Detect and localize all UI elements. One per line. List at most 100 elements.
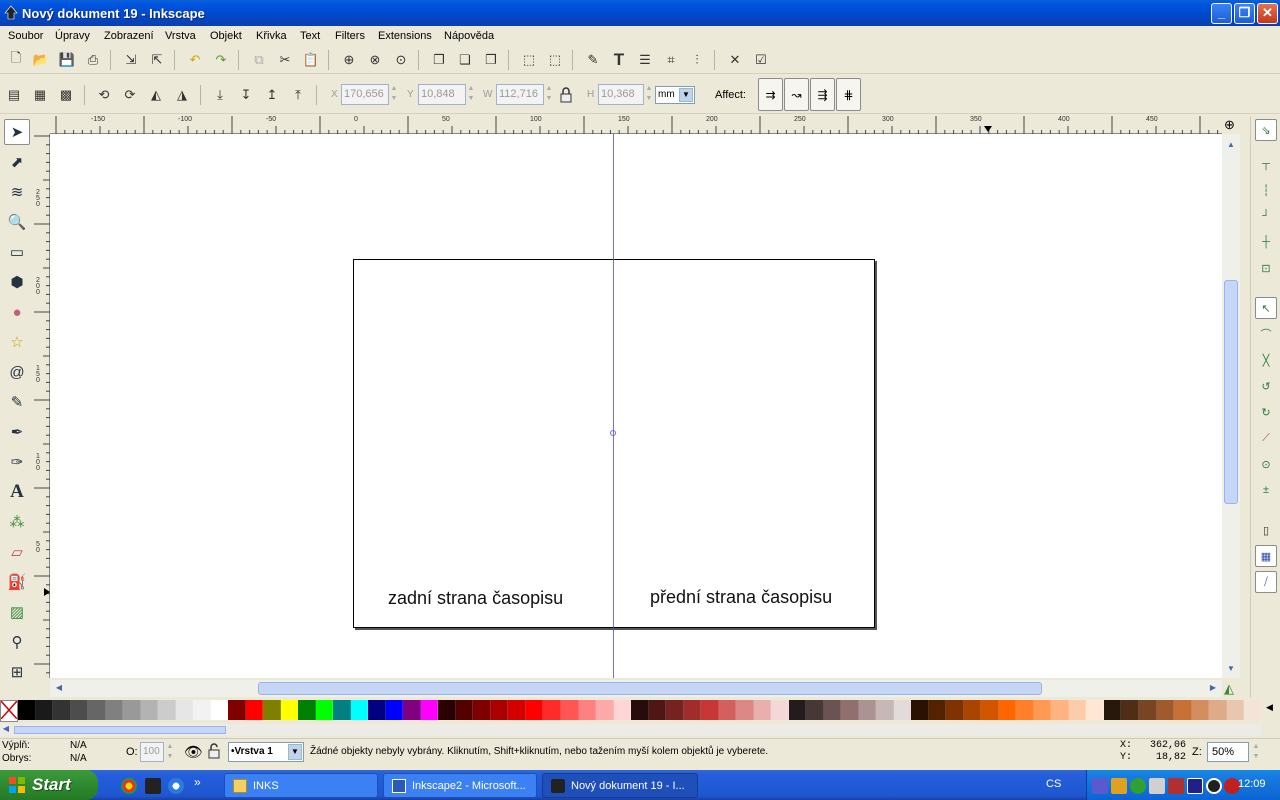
color-swatch[interactable]: [771, 700, 789, 720]
3d-box-tool-icon[interactable]: ⬢: [4, 269, 30, 295]
rotate-ccw-icon[interactable]: ⟲: [94, 85, 114, 105]
zoom-corner-icon[interactable]: ⊕: [1224, 117, 1235, 133]
snap-paths-icon[interactable]: ⌒: [1255, 323, 1277, 345]
inkscape-quicklaunch-icon[interactable]: [145, 778, 161, 794]
color-swatch[interactable]: [525, 700, 544, 720]
palette-scroll-thumb[interactable]: [14, 726, 226, 734]
h-spinner[interactable]: ▲ ▼: [644, 84, 654, 105]
color-swatch[interactable]: [490, 700, 509, 720]
vertical-scrollbar[interactable]: ▲ ▼: [1222, 134, 1240, 678]
select-all-layers-icon[interactable]: ▦: [30, 85, 50, 105]
menu-vrstva[interactable]: Vrstva: [165, 30, 196, 42]
snap-bbox-midpoint-icon[interactable]: ┼: [1255, 231, 1277, 253]
ellipse-tool-icon[interactable]: ●: [4, 299, 30, 325]
redo-icon[interactable]: ↷: [211, 50, 231, 70]
color-swatch[interactable]: [123, 700, 141, 720]
connector-tool-icon[interactable]: ⊞: [4, 659, 30, 685]
w-spinner[interactable]: ▲ ▼: [544, 84, 554, 105]
color-swatch[interactable]: [508, 700, 526, 720]
color-swatch[interactable]: [928, 700, 947, 720]
color-swatch[interactable]: [245, 700, 264, 720]
horizontal-scroll-thumb[interactable]: [258, 682, 1042, 695]
color-swatch[interactable]: [946, 700, 964, 720]
color-swatch[interactable]: [1139, 700, 1157, 720]
text-tool-icon[interactable]: A: [4, 479, 30, 505]
scroll-right-icon[interactable]: ▶: [1206, 681, 1220, 695]
flip-horizontal-icon[interactable]: ◭: [146, 85, 166, 105]
ungroup-icon[interactable]: ⬚: [545, 50, 565, 70]
text-font-icon[interactable]: T: [609, 50, 629, 70]
spray-tool-icon[interactable]: ⁂: [4, 509, 30, 535]
color-swatch[interactable]: [1068, 700, 1087, 720]
snap-midpoints-icon[interactable]: ⟋: [1255, 427, 1277, 449]
color-swatch[interactable]: [280, 700, 299, 720]
eye-visibility-icon[interactable]: 👁: [184, 743, 203, 761]
menu-extensions[interactable]: Extensions: [378, 30, 432, 42]
color-swatch[interactable]: [753, 700, 772, 720]
undo-icon[interactable]: ↶: [185, 50, 205, 70]
color-swatch[interactable]: [1191, 700, 1210, 720]
menu-text[interactable]: Text: [300, 30, 320, 42]
color-swatch[interactable]: [876, 700, 894, 720]
color-swatch[interactable]: [403, 700, 421, 720]
color-swatch[interactable]: [385, 700, 404, 720]
zoom-page-icon[interactable]: ⊙: [391, 50, 411, 70]
color-swatch[interactable]: [1156, 700, 1175, 720]
dropper-tool-icon[interactable]: ⚲: [4, 629, 30, 655]
x-spinner[interactable]: ▲ ▼: [389, 84, 399, 105]
selector-tool-icon[interactable]: ➤: [4, 119, 30, 145]
affect-patterns-button[interactable]: ⋕: [836, 78, 861, 111]
menu-napoveda[interactable]: Nápověda: [444, 30, 494, 42]
lock-icon[interactable]: [559, 87, 573, 103]
color-swatch[interactable]: [53, 700, 71, 720]
tray-app-icon[interactable]: [1206, 778, 1222, 794]
color-swatch[interactable]: [298, 700, 316, 720]
language-indicator[interactable]: CS: [1046, 778, 1061, 790]
unlink-clone-icon[interactable]: ❒: [481, 50, 501, 70]
color-swatch[interactable]: [578, 700, 597, 720]
import-icon[interactable]: ⇲: [121, 50, 141, 70]
no-paint-swatch[interactable]: [0, 700, 18, 722]
palette-menu-icon[interactable]: ◀: [1266, 702, 1274, 720]
spiral-tool-icon[interactable]: @: [4, 359, 30, 385]
h-input[interactable]: 10,368: [598, 84, 644, 105]
color-swatch[interactable]: [1174, 700, 1192, 720]
calligraphy-tool-icon[interactable]: ✑: [4, 449, 30, 475]
gradient-tool-icon[interactable]: ▨: [4, 599, 30, 625]
scroll-left-icon[interactable]: ◀: [52, 681, 66, 695]
color-swatch[interactable]: [18, 700, 36, 720]
color-swatch[interactable]: [1121, 700, 1139, 720]
scroll-left-icon[interactable]: ◀: [0, 723, 12, 735]
affect-rounded-corners-button[interactable]: ↝: [784, 78, 809, 111]
affect-stroke-width-button[interactable]: ⇉: [758, 78, 783, 111]
open-icon[interactable]: 📂: [31, 50, 51, 70]
clone-icon[interactable]: ❑: [455, 50, 475, 70]
color-swatch[interactable]: [841, 700, 859, 720]
color-manage-icon[interactable]: ◭: [1224, 681, 1234, 697]
snap-smooth-icon[interactable]: ↻: [1255, 401, 1277, 423]
tray-network-icon[interactable]: [1092, 778, 1108, 794]
snap-object-center-icon[interactable]: ⊙: [1255, 453, 1277, 475]
color-swatch[interactable]: [736, 700, 754, 720]
fill-stroke-icon[interactable]: ✎: [583, 50, 603, 70]
minimize-button[interactable]: _: [1211, 3, 1232, 24]
print-icon[interactable]: ⎙: [83, 50, 103, 70]
color-swatch[interactable]: [105, 700, 124, 720]
quicklaunch-chevron-icon[interactable]: »: [194, 775, 201, 789]
color-swatch[interactable]: [140, 700, 159, 720]
color-swatch[interactable]: [823, 700, 842, 720]
start-button[interactable]: Start: [0, 770, 98, 800]
zoom-drawing-icon[interactable]: ⊗: [365, 50, 385, 70]
color-swatch[interactable]: [981, 700, 999, 720]
zoom-spinner[interactable]: ▲ ▼: [1251, 742, 1261, 762]
raise-icon[interactable]: ↥: [262, 85, 282, 105]
color-swatch[interactable]: [350, 700, 369, 720]
select-all-icon[interactable]: ▤: [4, 85, 24, 105]
color-swatch[interactable]: [648, 700, 667, 720]
star-tool-icon[interactable]: ☆: [4, 329, 30, 355]
close-button[interactable]: ✕: [1257, 3, 1278, 24]
tray-antivirus-icon[interactable]: [1168, 778, 1184, 794]
menu-upravy[interactable]: Úpravy: [55, 30, 90, 42]
color-swatch[interactable]: [1051, 700, 1069, 720]
color-swatch[interactable]: [263, 700, 281, 720]
